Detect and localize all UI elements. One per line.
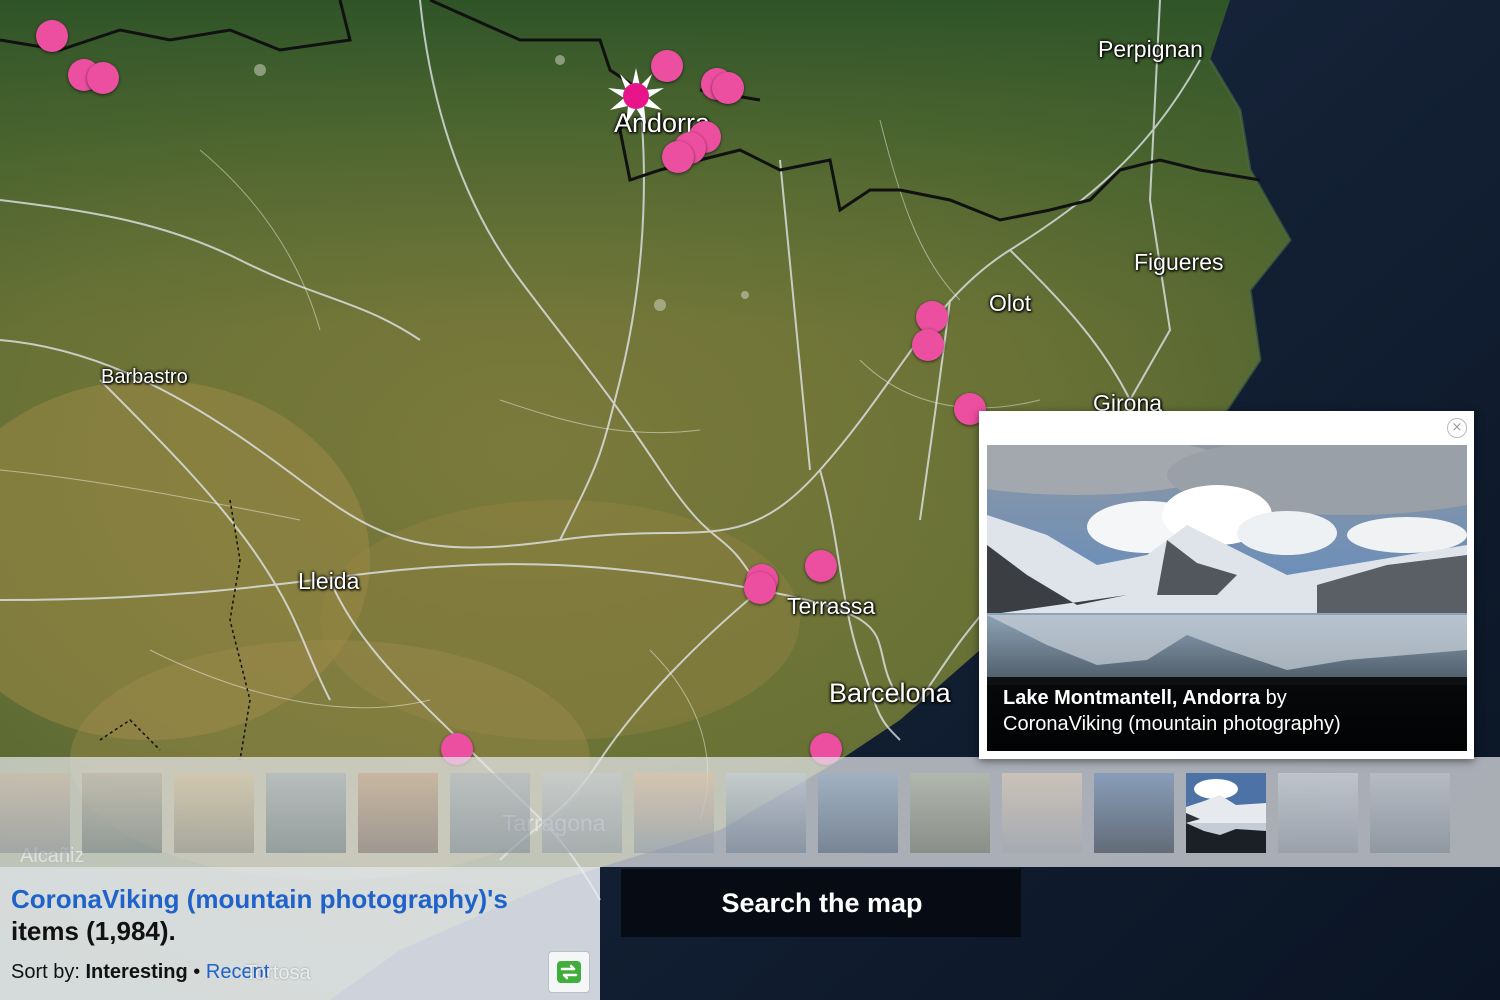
photo-marker[interactable] (912, 329, 944, 361)
photo-popup: × Lake Montmantell, Andorra by CoronaVik… (979, 411, 1474, 759)
filmstrip-thumbnail[interactable] (1278, 773, 1358, 853)
filmstrip-thumbnail[interactable] (174, 773, 254, 853)
sort-recent-link[interactable]: Recent (206, 961, 269, 983)
filmstrip-thumbnail[interactable] (266, 773, 346, 853)
results-info-panel: CoronaViking (mountain photography)'s it… (0, 867, 600, 1000)
sort-controls: Sort by: Interesting • Recent (11, 961, 269, 984)
filmstrip-thumbnail[interactable] (542, 773, 622, 853)
refresh-icon (557, 961, 581, 983)
photo-marker[interactable] (916, 301, 948, 333)
filmstrip-thumbnail[interactable] (358, 773, 438, 853)
photo-title-link[interactable]: Lake Montmantell, Andorra (1003, 687, 1260, 709)
filmstrip-thumbnail[interactable] (82, 773, 162, 853)
filmstrip-thumbnail[interactable] (1002, 773, 1082, 853)
filmstrip-thumbnail[interactable] (1186, 773, 1266, 853)
filmstrip-thumbnail[interactable] (910, 773, 990, 853)
starburst-marker-icon (608, 68, 664, 124)
sort-separator: • (193, 961, 201, 983)
photo-author-link[interactable]: CoronaViking (mountain photography) (1003, 713, 1341, 735)
filmstrip-thumbnail[interactable] (0, 773, 70, 853)
results-title: CoronaViking (mountain photography)'s it… (11, 883, 581, 947)
caption-by: by (1265, 687, 1287, 709)
popup-photo[interactable]: Lake Montmantell, Andorra by CoronaVikin… (987, 445, 1467, 751)
filmstrip-thumbnail[interactable] (450, 773, 530, 853)
filmstrip-thumbnail[interactable] (1370, 773, 1450, 853)
filmstrip-thumbnail[interactable] (1094, 773, 1174, 853)
popup-caption: Lake Montmantell, Andorra by CoronaVikin… (987, 677, 1467, 751)
photo-marker[interactable] (36, 20, 68, 52)
close-icon[interactable]: × (1447, 418, 1467, 438)
photo-marker[interactable] (662, 141, 694, 173)
filmstrip-thumbnail[interactable] (634, 773, 714, 853)
active-photo-marker[interactable] (606, 66, 666, 126)
items-count: items (1,984). (11, 916, 176, 946)
sort-label: Sort by: (11, 961, 80, 983)
photo-marker[interactable] (744, 572, 776, 604)
filmstrip-thumbnail[interactable] (818, 773, 898, 853)
filmstrip-thumbnail[interactable] (726, 773, 806, 853)
photo-marker[interactable] (712, 72, 744, 104)
photo-marker[interactable] (805, 550, 837, 582)
photo-marker[interactable] (87, 62, 119, 94)
refresh-button[interactable] (548, 951, 590, 993)
owner-link[interactable]: CoronaViking (mountain photography)'s (11, 884, 508, 914)
search-the-map-button[interactable]: Search the map (621, 869, 1021, 937)
sort-interesting: Interesting (85, 961, 188, 983)
search-the-map-label: Search the map (721, 888, 923, 918)
photo-filmstrip[interactable] (0, 757, 1500, 867)
